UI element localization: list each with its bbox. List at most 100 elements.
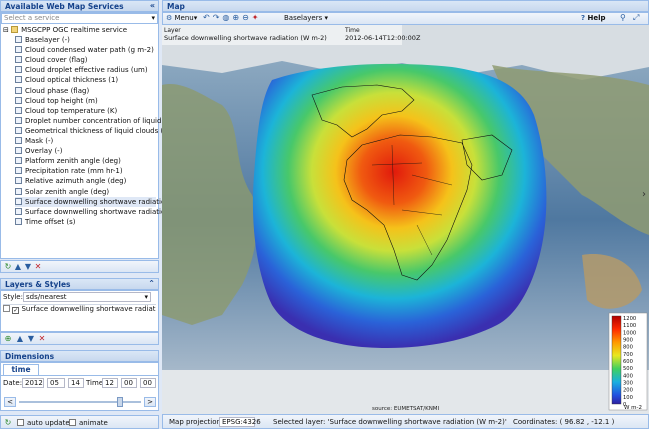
map-svg[interactable]: Layer Surface downwelling shortwave radi… xyxy=(162,25,649,414)
active-layer-label: Surface downwelling shortwave radiation … xyxy=(21,305,156,313)
redo-icon[interactable]: ↷ xyxy=(213,13,220,22)
service-select[interactable]: Select a service ▾ xyxy=(1,13,158,24)
help-button[interactable]: ? Help xyxy=(581,14,606,22)
collapse-icon[interactable]: ⌃ xyxy=(148,279,155,289)
auto-update-checkbox[interactable] xyxy=(17,419,24,426)
layer-list-item[interactable]: Geometrical thickness of liquid clouds (… xyxy=(15,126,173,136)
tree-service-node[interactable]: ⊟ MSGCPP OGC realtime service xyxy=(3,25,156,35)
refresh-icon[interactable]: ↻ xyxy=(4,419,12,427)
help-label: Help xyxy=(587,14,606,22)
legend-tick-label: 300 xyxy=(623,381,633,387)
delete-icon[interactable]: ✕ xyxy=(34,263,42,271)
undo-icon[interactable]: ↶ xyxy=(203,13,210,22)
arrow-down-icon[interactable]: ▼ xyxy=(27,335,35,343)
folder-icon xyxy=(11,26,19,33)
layer-list-item[interactable]: Time offset (s) xyxy=(15,217,156,227)
map-canvas[interactable]: Layer Surface downwelling shortwave radi… xyxy=(162,25,649,414)
layer-icon xyxy=(15,96,22,104)
layer-list-item[interactable]: Cloud optical thickness (1) xyxy=(15,75,156,85)
coordinates-readout: Coordinates: ( 96.82 , -12.1 ) xyxy=(513,418,615,426)
next-time-button[interactable]: > xyxy=(144,397,156,407)
layer-icon xyxy=(15,116,22,124)
arrow-up-icon[interactable]: ▲ xyxy=(14,263,22,271)
time-slider-thumb[interactable] xyxy=(117,397,123,407)
legend-tick-label: 200 xyxy=(623,388,633,394)
globe-icon[interactable]: ◍ xyxy=(222,13,229,22)
tab-time[interactable]: time xyxy=(3,364,39,375)
projection-select[interactable]: EPSG:4326 xyxy=(219,417,261,427)
layer-list-item[interactable]: Cloud droplet effective radius (um) xyxy=(15,65,156,75)
prev-time-button[interactable]: < xyxy=(4,397,16,407)
pan-right-icon[interactable]: › xyxy=(642,189,646,200)
collapse-node-icon[interactable]: ⊟ xyxy=(3,26,9,34)
layer-list-item[interactable]: Surface downwelling shortwave radiation … xyxy=(15,196,182,207)
hour-value: 12 xyxy=(105,379,114,387)
layer-list-item[interactable]: Cloud phase (flag) xyxy=(15,86,156,96)
animate-checkbox[interactable] xyxy=(69,419,76,426)
hour-field[interactable]: 12 xyxy=(102,378,118,388)
legend-tick-label: 900 xyxy=(623,338,633,344)
info-time-value: 2012-06-14T12:00:00Z xyxy=(345,34,421,42)
legend-tick-label: 400 xyxy=(623,373,633,379)
menu-label: Menu xyxy=(174,14,194,22)
chevron-down-icon[interactable]: ▾ xyxy=(144,293,148,301)
arrow-down-icon[interactable]: ▼ xyxy=(24,263,32,271)
layer-icon xyxy=(3,305,10,312)
layer-list-item[interactable]: Droplet number concentration of liquid c… xyxy=(15,116,174,126)
zoom-in-icon[interactable]: ⊕ xyxy=(232,13,239,22)
layer-list-item[interactable]: Solar zenith angle (deg) xyxy=(15,187,156,197)
help-icon: ? xyxy=(581,14,586,22)
color-legend: 1200110010009008007006005004003002001000… xyxy=(608,312,648,411)
collapse-left-icon[interactable]: « xyxy=(150,1,155,11)
legend-tick-label: 600 xyxy=(623,359,633,365)
refresh-icon[interactable]: ↻ xyxy=(4,263,12,271)
zoom-out-icon[interactable]: ⊖ xyxy=(242,13,249,22)
legend-tick-label: 100 xyxy=(623,395,633,401)
layer-list-item[interactable]: Cloud cover (flag) xyxy=(15,55,156,65)
layer-list-item[interactable]: Overlay (-) xyxy=(15,146,156,156)
menu-button[interactable]: ⚙ Menu▾ xyxy=(166,14,197,22)
info-layer-label: Layer xyxy=(164,27,181,34)
layer-list-item[interactable]: Relative azimuth angle (deg) xyxy=(15,176,156,186)
layer-visible-checkbox[interactable]: ✓ xyxy=(12,307,20,314)
pan-icon[interactable]: ⚲ xyxy=(620,13,626,22)
layer-list-item[interactable]: Cloud condensed water path (g m-2) xyxy=(15,45,156,55)
map-toolbar: ⚙ Menu▾ ↶ ↷ ◍ ⊕ ⊖ ✦ Baselayers ▾ ? Help ⚲ ⤢ xyxy=(162,12,649,25)
second-field[interactable]: 00 xyxy=(140,378,156,388)
chevron-down-icon[interactable]: ▾ xyxy=(151,14,155,22)
pin-icon[interactable]: ✦ xyxy=(252,13,259,22)
month-field[interactable]: 05 xyxy=(47,378,65,388)
baselayers-button[interactable]: Baselayers ▾ xyxy=(284,14,328,22)
fullscreen-icon[interactable]: ⤢ xyxy=(633,13,639,23)
layer-list-item[interactable]: Mask (-) xyxy=(15,136,156,146)
layer-list-item[interactable]: Cloud top height (m) xyxy=(15,96,156,106)
layer-list-item[interactable]: Cloud top temperature (K) xyxy=(15,106,156,116)
layer-list-label: Surface downwelling shortwave radiation … xyxy=(25,207,177,216)
arrow-up-icon[interactable]: ▲ xyxy=(16,335,24,343)
year-value: 2012 xyxy=(25,379,43,387)
day-field[interactable]: 14 xyxy=(68,378,84,388)
layer-list-label: Solar zenith angle (deg) xyxy=(25,187,110,196)
year-field[interactable]: 2012 xyxy=(22,378,44,388)
baselayers-label: Baselayers xyxy=(284,14,323,22)
layer-list-item[interactable]: Surface downwelling shortwave radiation … xyxy=(15,207,176,217)
layer-list-item[interactable]: Baselayer (-) xyxy=(15,35,156,45)
active-layer-row[interactable]: ✓ Surface downwelling shortwave radiatio… xyxy=(3,304,156,314)
add-layer-icon[interactable]: ⊕ xyxy=(4,335,12,343)
layer-icon xyxy=(15,76,22,84)
layers-styles-panel: Style: sds/nearest ▾ ✓ Surface downwelli… xyxy=(0,290,159,332)
layer-icon xyxy=(15,217,22,225)
layer-list-item[interactable]: Platform zenith angle (deg) xyxy=(15,156,156,166)
style-select[interactable]: sds/nearest ▾ xyxy=(23,292,151,302)
second-value: 00 xyxy=(143,379,152,387)
map-title: Map xyxy=(167,2,185,11)
layer-icon xyxy=(15,187,22,195)
delete-icon[interactable]: ✕ xyxy=(38,335,46,343)
source-attribution: source: EUMETSAT/KNMI xyxy=(372,406,440,412)
layer-list-label: Geometrical thickness of liquid clouds (… xyxy=(25,126,173,135)
layer-list-label: Droplet number concentration of liquid c… xyxy=(25,116,174,125)
layer-list-item[interactable]: Precipitation rate (mm hr-1) xyxy=(15,166,156,176)
month-value: 05 xyxy=(50,379,59,387)
layer-icon xyxy=(15,46,22,54)
minute-field[interactable]: 00 xyxy=(121,378,137,388)
